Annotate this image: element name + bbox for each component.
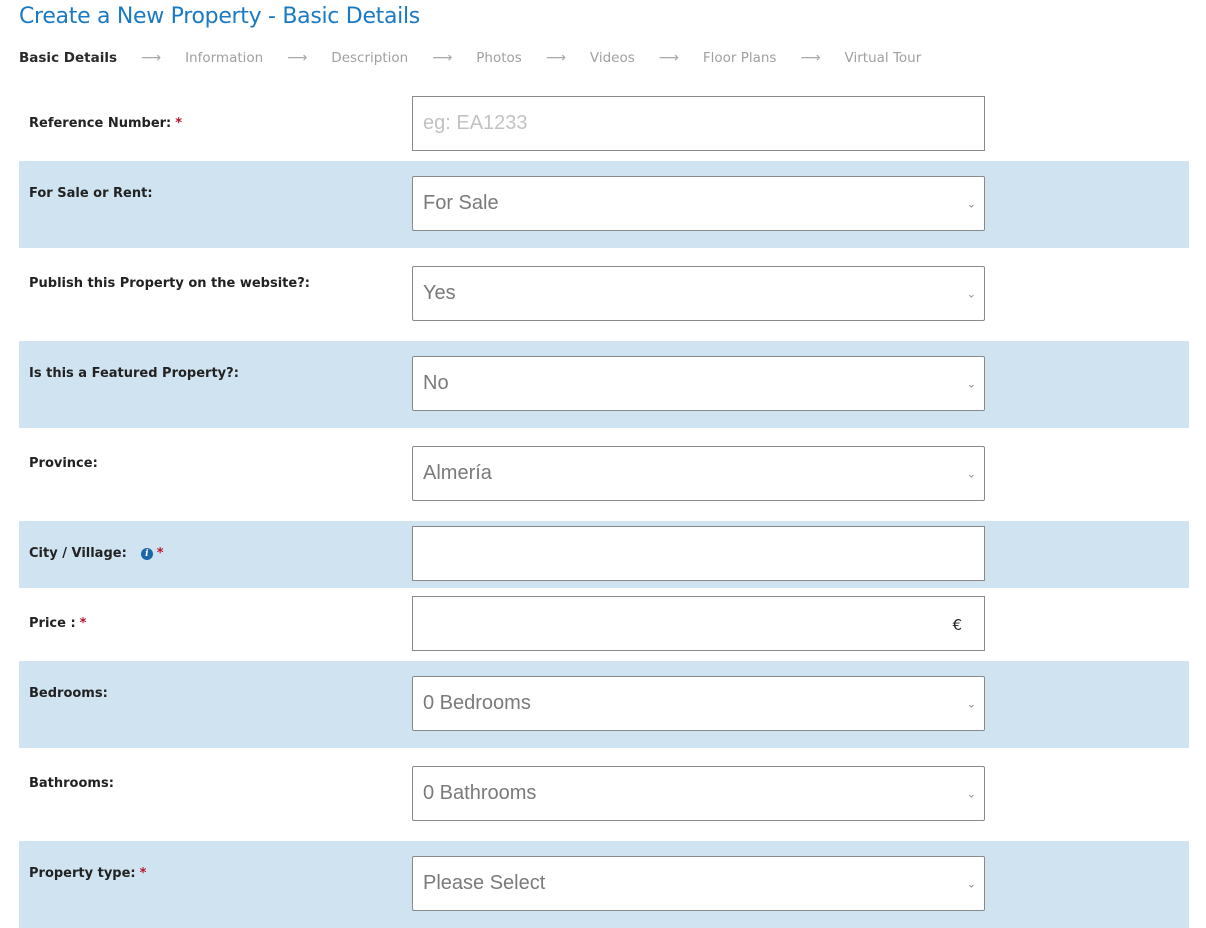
form-row-property-type: Property type: * Please Select ⌄ — [19, 841, 1189, 928]
publish-value: Yes — [423, 282, 456, 304]
sale-rent-value: For Sale — [423, 192, 499, 214]
form-row-city: City / Village: i * — [19, 521, 1189, 588]
province-value: Almería — [423, 462, 492, 484]
step-videos[interactable]: Videos — [590, 50, 635, 66]
reference-number-input[interactable]: eg: EA1233 — [412, 96, 985, 151]
bedrooms-value: 0 Bedrooms — [423, 692, 531, 714]
bathrooms-value: 0 Bathrooms — [423, 782, 537, 804]
sale-rent-select[interactable]: For Sale ⌄ — [412, 176, 985, 231]
sale-rent-label-text: For Sale or Rent: — [29, 186, 153, 201]
featured-value: No — [423, 372, 449, 394]
step-information[interactable]: Information — [185, 50, 263, 66]
featured-label-text: Is this a Featured Property?: — [29, 366, 239, 381]
form-row-bathrooms: Bathrooms: 0 Bathrooms ⌄ — [19, 748, 1189, 841]
city-label: City / Village: i * — [29, 546, 164, 561]
arrow-icon: ⟶ — [432, 50, 453, 66]
info-icon[interactable]: i — [140, 547, 153, 560]
bathrooms-select[interactable]: 0 Bathrooms ⌄ — [412, 766, 985, 821]
chevron-down-icon: ⌄ — [966, 788, 976, 800]
step-photos[interactable]: Photos — [476, 50, 522, 66]
chevron-down-icon: ⌄ — [966, 878, 976, 890]
arrow-icon: ⟶ — [545, 50, 566, 66]
city-label-text: City / Village: — [29, 546, 127, 561]
publish-select[interactable]: Yes ⌄ — [412, 266, 985, 321]
form-row-reference: Reference Number: * eg: EA1233 — [19, 88, 1189, 161]
required-marker: * — [175, 116, 183, 131]
province-select[interactable]: Almería ⌄ — [412, 446, 985, 501]
city-input[interactable] — [412, 526, 985, 581]
chevron-down-icon: ⌄ — [966, 468, 976, 480]
step-description[interactable]: Description — [331, 50, 408, 66]
bathrooms-label-text: Bathrooms: — [29, 776, 114, 791]
step-virtual-tour[interactable]: Virtual Tour — [845, 50, 922, 66]
bedrooms-select[interactable]: 0 Bedrooms ⌄ — [412, 676, 985, 731]
step-basic-details[interactable]: Basic Details — [19, 50, 117, 66]
bedrooms-label: Bedrooms: — [29, 686, 108, 701]
price-label: Price : * — [29, 616, 86, 631]
property-type-value: Please Select — [423, 872, 546, 894]
chevron-down-icon: ⌄ — [966, 378, 976, 390]
reference-label: Reference Number: * — [29, 116, 182, 131]
form-row-publish: Publish this Property on the website?: Y… — [19, 248, 1189, 341]
property-form: Reference Number: * eg: EA1233 For Sale … — [19, 88, 1189, 928]
bedrooms-label-text: Bedrooms: — [29, 686, 108, 701]
featured-label: Is this a Featured Property?: — [29, 366, 239, 381]
arrow-icon: ⟶ — [287, 50, 308, 66]
property-type-select[interactable]: Please Select ⌄ — [412, 856, 985, 911]
province-label: Province: — [29, 456, 98, 471]
price-input[interactable]: € — [412, 596, 985, 651]
bathrooms-label: Bathrooms: — [29, 776, 114, 791]
form-row-province: Province: Almería ⌄ — [19, 428, 1189, 521]
step-floor-plans[interactable]: Floor Plans — [703, 50, 777, 66]
page-title: Create a New Property - Basic Details — [19, 4, 420, 29]
chevron-down-icon: ⌄ — [966, 198, 976, 210]
arrow-icon: ⟶ — [658, 50, 679, 66]
form-row-sale-rent: For Sale or Rent: For Sale ⌄ — [19, 161, 1189, 248]
featured-select[interactable]: No ⌄ — [412, 356, 985, 411]
publish-label: Publish this Property on the website?: — [29, 276, 310, 291]
arrow-icon: ⟶ — [800, 50, 821, 66]
form-row-bedrooms: Bedrooms: 0 Bedrooms ⌄ — [19, 661, 1189, 748]
euro-icon: € — [952, 615, 962, 634]
reference-label-text: Reference Number: — [29, 116, 172, 131]
price-label-text: Price : — [29, 616, 76, 631]
chevron-down-icon: ⌄ — [966, 288, 976, 300]
wizard-steps: Basic Details ⟶ Information ⟶ Descriptio… — [19, 50, 921, 66]
property-type-label-text: Property type: — [29, 866, 136, 881]
form-row-featured: Is this a Featured Property?: No ⌄ — [19, 341, 1189, 428]
province-label-text: Province: — [29, 456, 98, 471]
reference-placeholder: eg: EA1233 — [423, 112, 528, 134]
arrow-icon: ⟶ — [140, 50, 162, 66]
property-type-label: Property type: * — [29, 866, 146, 881]
publish-label-text: Publish this Property on the website?: — [29, 276, 310, 291]
required-marker: * — [139, 866, 147, 881]
form-row-price: Price : * € — [19, 588, 1189, 661]
sale-rent-label: For Sale or Rent: — [29, 186, 153, 201]
chevron-down-icon: ⌄ — [966, 698, 976, 710]
required-marker: * — [79, 616, 87, 631]
required-marker: * — [156, 546, 164, 561]
